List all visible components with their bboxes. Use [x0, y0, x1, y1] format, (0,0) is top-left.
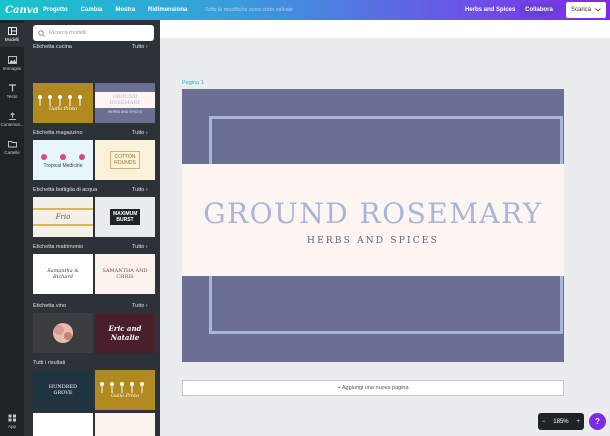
template-thumb[interactable]: Gallo Pinto	[95, 370, 155, 410]
template-thumb[interactable]: MAXIMUM BURST	[95, 197, 155, 237]
category-title: Etichetta vino	[33, 303, 67, 309]
thumb-title: COTTON ROUNDS	[110, 151, 140, 169]
saved-status: Tutte le modifiche sono state salvate	[204, 7, 294, 13]
rail-item-testo[interactable]: Testo	[0, 80, 24, 104]
template-thumb[interactable]: HUNDRED GROVE	[33, 370, 93, 410]
image-icon	[7, 56, 17, 64]
category-title: Tutti i risultati	[33, 360, 66, 366]
search-input[interactable]	[49, 30, 149, 36]
text-icon	[8, 84, 16, 92]
category-all-link[interactable]: Tutto ›	[132, 44, 148, 50]
download-label: Scarica	[571, 7, 592, 13]
template-thumb[interactable]	[95, 413, 155, 436]
rail-label: Immagini	[2, 66, 22, 71]
thumb-subtitle: HERBS AND SPICES	[107, 110, 143, 114]
thumb-title: MAXIMUM BURST	[110, 209, 140, 225]
all-label: Tutto	[132, 44, 145, 50]
chevron-down-icon	[595, 8, 601, 12]
template-thumb[interactable]: Samantha & Richard	[33, 254, 93, 294]
all-label: Tutto	[132, 244, 145, 250]
canvas-header-strip	[160, 20, 610, 38]
all-label: Tutto	[132, 303, 145, 309]
category-all-link[interactable]: Tutto ›	[132, 244, 148, 250]
template-thumb[interactable]	[33, 413, 93, 436]
rail-item-immagini[interactable]: Immagini	[0, 52, 24, 76]
template-thumb[interactable]: COTTON ROUNDS	[95, 140, 155, 180]
design-subtitle[interactable]: HERBS AND SPICES	[182, 236, 564, 246]
template-search[interactable]	[33, 25, 154, 41]
collaborate-button[interactable]: Collabora	[520, 3, 558, 17]
thumb-title: Samantha & Richard	[47, 268, 79, 280]
thumb-title: Gallo Pinto	[49, 106, 77, 112]
category-all-link[interactable]: Tutto ›	[132, 130, 148, 136]
top-bar: Canva Progetto Cambia Mostra Ridimension…	[0, 0, 610, 20]
menu-mostra[interactable]: Mostra	[115, 7, 135, 13]
thumb-title: SAMANTHA AND CHRIS	[102, 268, 148, 280]
rail-item-cartelle[interactable]: Cartelle	[0, 136, 24, 160]
templates-panel: Etichetta cucina Tutto › Gallo Pinto GRO…	[24, 20, 160, 436]
rail-item-contenuti[interactable]: Contenuti...	[0, 108, 24, 132]
template-thumb[interactable]: Tropical Medicine	[33, 140, 93, 180]
design-page[interactable]: GROUND ROSEMARY HERBS AND SPICES	[182, 89, 564, 362]
help-button[interactable]: ?	[589, 413, 606, 430]
rail-label: Testo	[6, 94, 18, 99]
zoom-out-button[interactable]: −	[542, 419, 546, 425]
rail-label: Contenuti...	[0, 122, 24, 127]
category-all-link[interactable]: Tutto ›	[132, 303, 148, 309]
document-title[interactable]: Herbs and Spices	[465, 0, 515, 20]
category-title: Etichetta cucina	[33, 44, 72, 50]
upload-icon	[8, 112, 16, 120]
canva-logo[interactable]: Canva	[5, 5, 43, 16]
template-thumb[interactable]: Gallo Pinto	[33, 83, 93, 123]
template-thumb[interactable]: SAMANTHA AND CHRIS	[95, 254, 155, 294]
heart-pattern-icon	[41, 154, 85, 160]
canvas-area: Pagina 1 GROUND ROSEMARY HERBS AND SPICE…	[160, 20, 610, 436]
template-thumb[interactable]: Frio	[33, 197, 93, 237]
thumb-title: Eric and Natalie	[108, 324, 142, 342]
thumb-title: GROUND ROSEMARY	[95, 92, 155, 108]
thumb-title: HUNDRED GROVE	[48, 384, 78, 396]
zoom-level[interactable]: 185%	[553, 419, 568, 425]
side-rail: Modelli Immagini Testo Contenuti... Cart…	[0, 20, 24, 436]
spoon-pattern-icon	[100, 382, 144, 393]
rail-item-modelli[interactable]: Modelli	[0, 23, 24, 47]
category-title: Etichetta bottiglia di acqua	[33, 187, 98, 193]
rail-item-apps[interactable]: App	[0, 414, 24, 432]
apps-grid-icon	[8, 414, 16, 422]
design-title[interactable]: GROUND ROSEMARY	[182, 197, 564, 230]
category-all-link[interactable]: Tutto ›	[132, 187, 148, 193]
menu-ridimensiona[interactable]: Ridimensiona	[148, 7, 187, 13]
thumb-title: Frio	[33, 208, 93, 226]
thumb-title: Gallo Pinto	[111, 393, 139, 399]
menu-progetto[interactable]: Progetto	[43, 7, 68, 13]
template-thumb[interactable]: Eric and Natalie	[95, 313, 155, 353]
layout-icon	[7, 27, 17, 35]
category-title: Etichetta matrimonio	[33, 244, 84, 250]
rail-label: Modelli	[4, 37, 20, 42]
all-label: Tutto	[132, 130, 145, 136]
category-title: Etichetta magazzino	[33, 130, 83, 136]
zoom-in-button[interactable]: +	[577, 419, 581, 425]
all-label: Tutto	[132, 187, 145, 193]
spoon-pattern-icon	[38, 95, 82, 106]
menu-cambia[interactable]: Cambia	[81, 7, 103, 13]
rail-label: App	[7, 424, 16, 429]
template-thumb[interactable]: GROUND ROSEMARY HERBS AND SPICES	[95, 83, 155, 123]
add-page-button[interactable]: + Aggiungi una nuova pagina	[182, 380, 564, 396]
zoom-control: − 185% +	[538, 413, 584, 430]
template-thumb[interactable]	[33, 313, 93, 353]
download-button[interactable]: Scarica	[566, 2, 606, 18]
page-label[interactable]: Pagina 1	[182, 80, 204, 86]
rail-label: Cartelle	[4, 150, 20, 155]
search-icon	[38, 29, 45, 37]
thumb-title: Tropical Medicine	[43, 163, 83, 169]
flower-image-icon	[53, 323, 73, 343]
folder-icon	[7, 141, 17, 148]
